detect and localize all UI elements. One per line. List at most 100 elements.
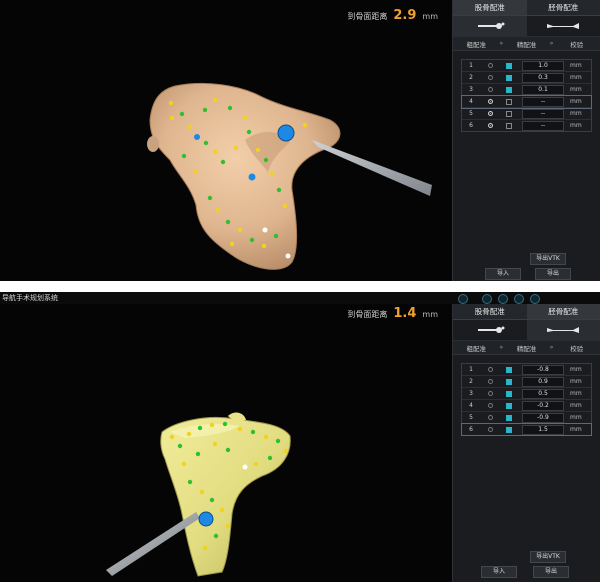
registration-point bbox=[227, 105, 233, 111]
registration-point bbox=[283, 448, 289, 454]
import-button[interactable]: 导入 bbox=[485, 268, 521, 280]
active-point-marker bbox=[198, 511, 214, 527]
point-row[interactable]: 4 -- mm bbox=[461, 95, 592, 109]
tibia-3d-viewport[interactable] bbox=[0, 304, 447, 582]
toolbar-icon[interactable] bbox=[498, 294, 508, 304]
point-index: 4 bbox=[469, 98, 473, 105]
femur-3d-viewport[interactable] bbox=[0, 0, 447, 281]
point-accept-checkbox[interactable] bbox=[500, 62, 518, 69]
step-verify[interactable]: 校验 bbox=[553, 39, 600, 49]
registration-point bbox=[197, 425, 203, 431]
tab-femur-registration[interactable]: 股骨配准 bbox=[453, 0, 527, 16]
registration-steps: 粗配准 » 精配准 » 校验 bbox=[453, 341, 600, 355]
registration-point bbox=[209, 422, 215, 428]
point-accept-checkbox[interactable] bbox=[500, 122, 518, 129]
point-row[interactable]: 2 0.9 mm bbox=[462, 376, 591, 388]
femur-registration-screen: 到骨面距离 2.9 mm 股骨配准 胫骨配准 粗配准 » 精配准 » 校验 11… bbox=[0, 0, 600, 281]
step-coarse[interactable]: 粗配准 bbox=[453, 343, 500, 353]
point-row[interactable]: 1 -0.8 mm bbox=[462, 364, 591, 376]
registration-point bbox=[169, 115, 175, 121]
registration-point bbox=[212, 97, 218, 103]
registration-point bbox=[225, 523, 231, 529]
registration-point bbox=[212, 149, 218, 155]
export-button[interactable]: 导出 bbox=[535, 268, 571, 280]
point-select-radio[interactable] bbox=[480, 123, 500, 128]
point-row[interactable]: 6 1.5 mm bbox=[461, 423, 592, 436]
point-select-radio[interactable] bbox=[480, 111, 500, 116]
distance-label: 到骨面距离 bbox=[347, 310, 388, 319]
point-select-radio[interactable] bbox=[480, 403, 500, 408]
point-select-radio[interactable] bbox=[480, 63, 500, 68]
point-row[interactable]: 3 0.1 mm bbox=[462, 84, 591, 96]
point-accept-checkbox[interactable] bbox=[500, 426, 518, 433]
point-error-value: 1.0 bbox=[522, 60, 564, 71]
femur-shaft-stub bbox=[147, 136, 159, 152]
tab-femur-registration[interactable]: 股骨配准 bbox=[453, 304, 527, 320]
point-accept-checkbox[interactable] bbox=[500, 414, 518, 421]
point-table: 1 -0.8 mm 2 0.9 mm 3 0.5 mm 4 -0.2 mm 5 -0.9 mm 6 1.5 mm bbox=[461, 363, 592, 436]
point-index: 6 bbox=[469, 426, 473, 433]
registration-point bbox=[242, 115, 248, 121]
point-accept-checkbox[interactable] bbox=[500, 378, 518, 385]
point-error-value: -- bbox=[522, 120, 564, 131]
step-coarse[interactable]: 粗配准 bbox=[453, 39, 500, 49]
bone-icons-row bbox=[453, 320, 600, 341]
registration-point bbox=[263, 434, 269, 440]
femur-bone-icon[interactable] bbox=[453, 320, 527, 340]
point-index: 1 bbox=[469, 366, 473, 373]
point-select-radio[interactable] bbox=[480, 427, 500, 432]
point-error-value: -0.8 bbox=[522, 364, 564, 375]
point-accept-checkbox[interactable] bbox=[500, 366, 518, 373]
tab-tibia-registration[interactable]: 胫骨配准 bbox=[526, 304, 600, 320]
point-select-radio[interactable] bbox=[480, 415, 500, 420]
point-select-radio[interactable] bbox=[480, 99, 500, 104]
femur-bone-icon[interactable] bbox=[453, 16, 527, 36]
export-vtk-button[interactable]: 导出VTK bbox=[530, 551, 566, 563]
tibia-bone-icon[interactable] bbox=[526, 320, 600, 340]
step-fine[interactable]: 精配准 bbox=[503, 39, 550, 49]
import-button[interactable]: 导入 bbox=[481, 566, 517, 578]
point-select-radio[interactable] bbox=[480, 75, 500, 80]
distance-unit: mm bbox=[422, 12, 438, 21]
tibia-bone-icon[interactable] bbox=[527, 16, 600, 36]
point-index: 2 bbox=[469, 74, 473, 81]
registration-point bbox=[168, 100, 174, 106]
point-accept-checkbox[interactable] bbox=[500, 74, 518, 81]
point-accept-checkbox[interactable] bbox=[500, 402, 518, 409]
export-button[interactable]: 导出 bbox=[533, 566, 569, 578]
point-row[interactable]: 5 -- mm bbox=[462, 108, 591, 120]
tab-tibia-registration[interactable]: 胫骨配准 bbox=[526, 0, 600, 16]
probe-tool bbox=[106, 512, 200, 576]
point-select-radio[interactable] bbox=[480, 367, 500, 372]
point-row[interactable]: 2 0.3 mm bbox=[462, 72, 591, 84]
point-accept-checkbox[interactable] bbox=[500, 390, 518, 397]
point-row[interactable]: 4 -0.2 mm bbox=[462, 400, 591, 412]
point-accept-checkbox[interactable] bbox=[500, 110, 518, 117]
point-row[interactable]: 3 0.5 mm bbox=[462, 388, 591, 400]
toolbar-icon[interactable] bbox=[482, 294, 492, 304]
export-vtk-button[interactable]: 导出VTK bbox=[530, 253, 566, 265]
point-unit: mm bbox=[570, 378, 582, 385]
toolbar-icon[interactable] bbox=[458, 294, 468, 304]
point-row[interactable]: 1 1.0 mm bbox=[462, 60, 591, 72]
registration-point bbox=[225, 447, 231, 453]
point-row[interactable]: 5 -0.9 mm bbox=[462, 412, 591, 424]
point-accept-checkbox[interactable] bbox=[500, 86, 518, 93]
header-text: 导航手术规划系统 bbox=[2, 294, 58, 302]
point-index: 3 bbox=[469, 390, 473, 397]
registration-point bbox=[169, 434, 175, 440]
bone-icons-row bbox=[453, 16, 600, 37]
point-index: 6 bbox=[469, 122, 473, 129]
point-select-radio[interactable] bbox=[480, 379, 500, 384]
step-verify[interactable]: 校验 bbox=[553, 343, 600, 353]
registration-panel: 股骨配准 胫骨配准 粗配准 » 精配准 » 校验 1 1.0 mm 2 0.3 mm 3 0.… bbox=[452, 0, 600, 281]
registration-point bbox=[209, 497, 215, 503]
point-row[interactable]: 6 -- mm bbox=[462, 120, 591, 131]
point-select-radio[interactable] bbox=[480, 391, 500, 396]
toolbar-icon[interactable] bbox=[514, 294, 524, 304]
point-select-radio[interactable] bbox=[480, 87, 500, 92]
toolbar-icon[interactable] bbox=[530, 294, 540, 304]
distance-readout: 到骨面距离 2.9 mm bbox=[347, 8, 438, 23]
step-fine[interactable]: 精配准 bbox=[503, 343, 550, 353]
point-accept-checkbox[interactable] bbox=[500, 98, 518, 105]
